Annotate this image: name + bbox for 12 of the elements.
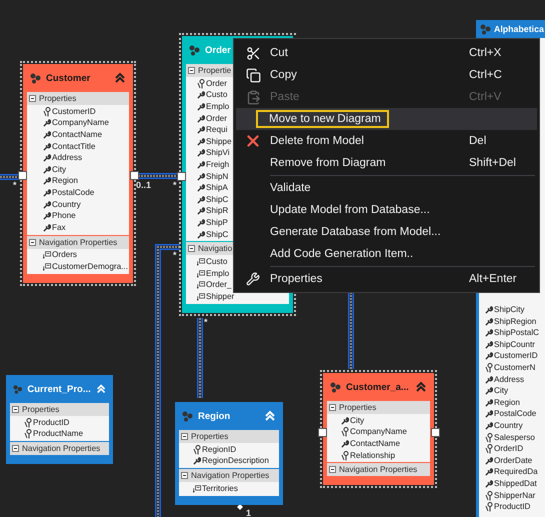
- entity-title: Customer: [46, 72, 90, 84]
- entity-title: Alphabetica: [494, 24, 544, 34]
- entity-title: Region: [198, 410, 230, 422]
- multiplicity-label: 1: [246, 508, 252, 517]
- multiplicity-label: *: [204, 317, 208, 327]
- multiplicity-label: *: [173, 250, 177, 260]
- entity-title: Order: [205, 44, 231, 56]
- multiplicity-label: *: [173, 180, 177, 190]
- entity-title: Current_Pro...: [27, 384, 91, 394]
- entity-title: Customer_a...: [346, 382, 409, 392]
- multiplicity-label: *: [13, 180, 17, 190]
- multiplicity-label: 0..1: [136, 180, 152, 190]
